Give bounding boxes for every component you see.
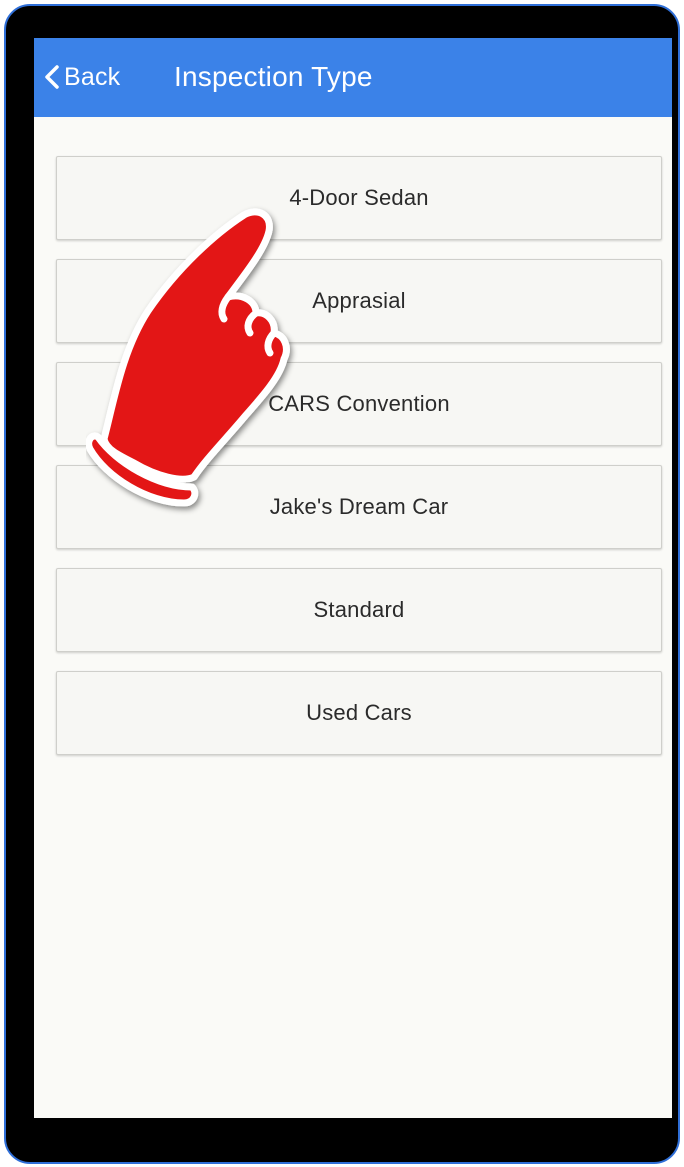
list-item-label: Used Cars xyxy=(306,700,412,725)
inspection-type-4-door-sedan[interactable]: 4-Door Sedan xyxy=(56,156,662,240)
app-header: Back Inspection Type xyxy=(34,38,672,117)
list-item-label: Standard xyxy=(313,597,405,622)
back-label: Back xyxy=(64,62,121,91)
inspection-type-standard[interactable]: Standard xyxy=(56,568,662,652)
chevron-left-icon xyxy=(42,62,62,92)
inspection-type-apprasial[interactable]: Apprasial xyxy=(56,259,662,343)
list-item-label: 4-Door Sedan xyxy=(289,185,429,210)
list-item-label: Apprasial xyxy=(312,288,406,313)
inspection-type-cars-convention[interactable]: CARS Convention xyxy=(56,362,662,446)
device-frame: Back Inspection Type 4-Door Sedan Appras… xyxy=(4,4,680,1164)
back-button[interactable]: Back xyxy=(42,58,120,96)
list-item-label: CARS Convention xyxy=(268,391,450,416)
app-screen: Back Inspection Type 4-Door Sedan Appras… xyxy=(34,38,672,1118)
inspection-type-jakes-dream-car[interactable]: Jake's Dream Car xyxy=(56,465,662,549)
inspection-type-list: 4-Door Sedan Apprasial CARS Convention J… xyxy=(56,156,662,774)
inspection-type-used-cars[interactable]: Used Cars xyxy=(56,671,662,755)
list-item-label: Jake's Dream Car xyxy=(269,494,449,519)
page-title: Inspection Type xyxy=(174,61,373,92)
